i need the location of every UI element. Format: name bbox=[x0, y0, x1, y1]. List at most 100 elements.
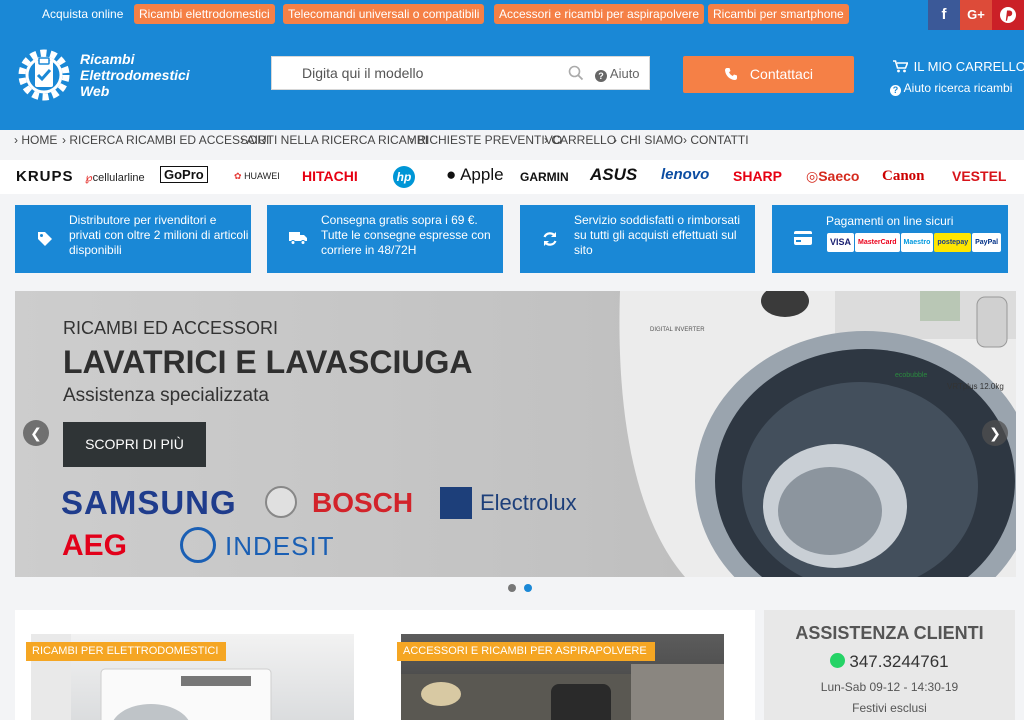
saeco-mark-icon: ◎ bbox=[806, 168, 819, 184]
logo-line-1: Ricambi bbox=[80, 51, 135, 67]
brand-asus[interactable]: ASUS bbox=[590, 165, 637, 185]
search-box: ? Aiuto bbox=[271, 56, 650, 90]
search-help-link[interactable]: ? Aiuto bbox=[595, 66, 640, 82]
brand-strip: KRUPS ℘cellularline GoPro ✿ HUAWEI HITAC… bbox=[0, 160, 1024, 194]
search-help-header-link[interactable]: ? Aiuto ricerca ricambi bbox=[890, 81, 1012, 96]
brand-huawei[interactable]: ✿ HUAWEI bbox=[234, 171, 280, 182]
brand-hitachi[interactable]: HITACHI bbox=[302, 168, 358, 184]
indesit-logo-icon bbox=[180, 527, 216, 563]
nav-preventivo-label: RICHIESTE PREVENTIVO bbox=[417, 133, 563, 147]
feature-refund-text: Servizio soddisfatti o rimborsati su tut… bbox=[574, 213, 741, 257]
whatsapp-phone-link[interactable]: 347.3244761 bbox=[764, 652, 1015, 672]
nav-aiuti[interactable]: › AIUTI NELLA RICERCA RICAMBI bbox=[240, 133, 428, 147]
postepay-icon: postepay bbox=[934, 233, 972, 252]
customer-care-panel: ASSISTENZA CLIENTI 347.3244761 Lun-Sab 0… bbox=[764, 610, 1015, 720]
categories-panel: RICAMBI PER ELETTRODOMESTICI ACCESSORI E… bbox=[15, 610, 755, 720]
chevron-right-icon: ❯ bbox=[989, 425, 1001, 441]
pinterest-icon[interactable] bbox=[992, 0, 1024, 30]
feature-distributor-text: Distributore per rivenditori e privati c… bbox=[69, 213, 249, 257]
whatsapp-icon bbox=[830, 653, 846, 668]
nav-carrello[interactable]: › CARRELLO bbox=[544, 133, 616, 147]
slider-next-button[interactable]: ❯ bbox=[982, 420, 1008, 446]
nav-preventivo[interactable]: › RICHIESTE PREVENTIVO bbox=[410, 133, 562, 147]
feature-refund: Servizio soddisfatti o rimborsati su tut… bbox=[520, 205, 755, 273]
cart-link[interactable]: IL MIO CARRELLO bbox=[893, 59, 1024, 76]
facebook-icon[interactable]: f bbox=[928, 0, 960, 30]
bosch-logo-icon bbox=[265, 486, 297, 518]
brand-sharp[interactable]: SHARP bbox=[733, 168, 782, 184]
search-help-header-label: Aiuto ricerca ricambi bbox=[903, 81, 1013, 95]
opening-hours: Lun-Sab 09-12 - 14:30-19 bbox=[820, 680, 959, 694]
brand-hp[interactable]: hp bbox=[393, 166, 415, 188]
brand-saeco[interactable]: ◎Saeco bbox=[806, 168, 859, 185]
top-bar: Acquista online Ricambi elettrodomestici… bbox=[0, 0, 1024, 30]
feature-distributor: Distributore per rivenditori e privati c… bbox=[15, 205, 251, 273]
machine-label-ecobubble: ecobubble bbox=[895, 372, 927, 379]
category-tag-aspirapolvere: ACCESSORI E RICAMBI PER ASPIRAPOLVERE bbox=[397, 642, 655, 661]
site-header: Acquista online Ricambi elettrodomestici… bbox=[0, 0, 1024, 130]
visa-card-icon: VISA bbox=[827, 233, 855, 252]
nav-ricerca-ricambi[interactable]: › RICERCA RICAMBI ED ACCESSORI bbox=[62, 133, 269, 147]
brand-cellularline-label: cellularline bbox=[92, 172, 145, 184]
pill-telecomandi[interactable]: Telecomandi universali o compatibili bbox=[283, 4, 485, 24]
nav-contatti[interactable]: › CONTATTI bbox=[683, 133, 749, 147]
contact-button[interactable]: Contattaci bbox=[683, 56, 854, 93]
nav-carrello-label: CARRELLO bbox=[551, 133, 617, 147]
search-icon[interactable] bbox=[568, 65, 584, 81]
question-circle-icon: ? bbox=[595, 70, 607, 82]
feature-payments: Pagamenti on line sicuri VISA MasterCard M… bbox=[772, 205, 1008, 273]
slider-dot-2[interactable] bbox=[524, 584, 532, 592]
slider-prev-button[interactable]: ❮ bbox=[23, 420, 49, 446]
cart-label: IL MIO CARRELLO bbox=[913, 59, 1024, 74]
slide-brand-bosch: BOSCH bbox=[312, 487, 414, 518]
slide-brand-indesit: INDESIT bbox=[225, 531, 335, 561]
nav-chi-siamo[interactable]: › CHI SIAMO bbox=[613, 133, 683, 147]
brand-vestel[interactable]: VESTEL bbox=[952, 168, 1006, 184]
pill-aspirapolvere[interactable]: Accessori e ricambi per aspirapolvere bbox=[494, 4, 705, 24]
cellularline-mark-icon: ℘ bbox=[85, 172, 93, 184]
machine-label-capacity: VRTplus 12.0kg bbox=[947, 382, 1004, 391]
slide-brand-aeg: AEG bbox=[62, 529, 128, 562]
slider-dot-1[interactable] bbox=[508, 584, 516, 592]
google-plus-icon[interactable]: G+ bbox=[960, 0, 992, 30]
brand-lenovo[interactable]: lenovo bbox=[661, 166, 709, 183]
brand-huawei-label: HUAWEI bbox=[244, 171, 280, 181]
site-logo-text[interactable]: Ricambi Elettrodomestici Web bbox=[80, 51, 210, 99]
payment-cards: VISA MasterCard Maestro postepay PayPal bbox=[827, 233, 1002, 252]
main-nav: › HOME › RICERCA RICAMBI ED ACCESSORI › … bbox=[0, 130, 1024, 160]
logo-line-2: Elettrodomestici bbox=[80, 67, 190, 83]
machine-label-inverter: DIGITAL INVERTER bbox=[650, 327, 705, 333]
slide-brand-electrolux: Electrolux bbox=[480, 490, 577, 515]
feature-payments-text: Pagamenti on line sicuri bbox=[826, 214, 954, 228]
question-circle-icon: ? bbox=[890, 85, 901, 96]
contact-label: Contattaci bbox=[749, 66, 813, 82]
chevron-right-icon: › bbox=[240, 133, 247, 147]
logo-line-3: Web bbox=[80, 83, 110, 99]
holiday-note: Festivi esclusi bbox=[852, 701, 927, 715]
chevron-left-icon: ❮ bbox=[30, 425, 42, 441]
hero-slider: DIGITAL INVERTER ecobubble VRTplus 12.0k… bbox=[15, 291, 1016, 577]
nav-chi-siamo-label: CHI SIAMO bbox=[620, 133, 684, 147]
feature-shipping: Consegna gratis sopra i 69 €. Tutte le c… bbox=[267, 205, 503, 273]
nav-contatti-label: CONTATTI bbox=[690, 133, 749, 147]
pill-ricambi-elettrodomestici[interactable]: Ricambi elettrodomestici bbox=[134, 4, 275, 24]
brand-gopro[interactable]: GoPro bbox=[160, 166, 208, 183]
slide-subtitle: RICAMBI ED ACCESSORI bbox=[63, 318, 279, 338]
pill-smartphone[interactable]: Ricambi per smartphone bbox=[708, 4, 849, 24]
nav-home[interactable]: › HOME bbox=[14, 133, 57, 147]
tag-icon bbox=[37, 231, 53, 250]
category-tag-elettrodomestici: RICAMBI PER ELETTRODOMESTICI bbox=[26, 642, 227, 661]
logo-icon[interactable] bbox=[14, 45, 74, 105]
slide-brand-samsung: SAMSUNG bbox=[61, 484, 237, 521]
customer-care-title: ASSISTENZA CLIENTI bbox=[795, 623, 984, 643]
search-input[interactable] bbox=[272, 57, 582, 89]
phone-icon bbox=[724, 58, 738, 95]
brand-canon[interactable]: Canon bbox=[882, 168, 925, 185]
brand-apple[interactable]: ● Apple bbox=[446, 165, 504, 185]
brand-garmin[interactable]: GARMIN bbox=[520, 170, 569, 184]
brand-krups[interactable]: KRUPS bbox=[16, 168, 74, 185]
discover-more-button[interactable]: SCOPRI DI PIÙ bbox=[63, 422, 206, 467]
maestro-icon: Maestro bbox=[900, 233, 934, 252]
brand-cellularline[interactable]: ℘cellularline bbox=[85, 171, 145, 184]
slide-title: LAVATRICI E LAVASCIUGA bbox=[63, 344, 473, 380]
